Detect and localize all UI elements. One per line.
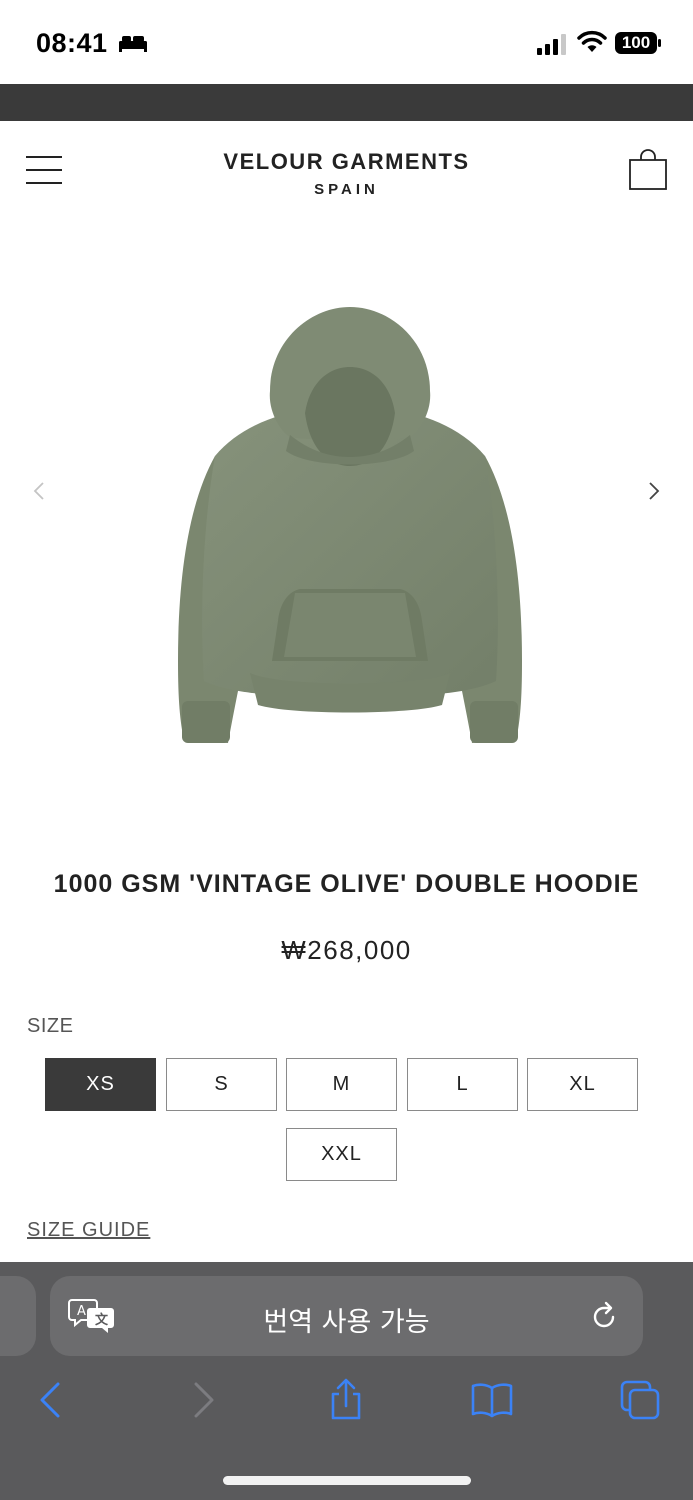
tabs-icon[interactable] — [618, 1378, 662, 1422]
sleep-focus-icon — [119, 36, 147, 52]
wifi-icon — [577, 30, 607, 52]
brand-name: VELOUR GARMENTS — [223, 149, 470, 174]
reload-icon[interactable] — [588, 1300, 620, 1332]
site-header: VELOUR GARMENTS SPAIN — [0, 121, 693, 221]
cellular-signal-icon — [537, 34, 566, 55]
size-guide-link[interactable]: SIZE GUIDE — [27, 1219, 150, 1242]
share-icon[interactable] — [324, 1378, 368, 1422]
product-title: 1000 GSM 'VINTAGE OLIVE' DOUBLE HOODIE — [53, 870, 640, 898]
announcement-bar — [0, 84, 693, 121]
status-bar: 08:41 100 — [0, 0, 693, 84]
olive-hoodie-image — [178, 307, 522, 743]
size-option-xs[interactable]: XS — [45, 1058, 156, 1111]
size-option-s[interactable]: S — [166, 1058, 277, 1111]
home-indicator[interactable] — [223, 1476, 471, 1485]
product-gallery — [0, 221, 693, 821]
shopping-bag-icon[interactable] — [628, 149, 668, 191]
previous-tab-preview[interactable] — [0, 1276, 36, 1356]
size-label: SIZE — [27, 1015, 74, 1037]
product-price: ₩268,000 — [281, 935, 412, 965]
address-bar[interactable]: A 文 번역 사용 가능 — [50, 1276, 643, 1356]
size-option-xl[interactable]: XL — [527, 1058, 638, 1111]
bookmarks-icon[interactable] — [470, 1378, 514, 1422]
battery-level: 100 — [621, 33, 651, 52]
chevron-right-icon[interactable] — [643, 479, 665, 503]
back-icon[interactable] — [30, 1378, 74, 1422]
address-bar-text: 번역 사용 가능 — [263, 1307, 430, 1338]
forward-icon[interactable] — [180, 1378, 224, 1422]
brand-subtitle: SPAIN — [314, 181, 379, 198]
browser-toolbar: A 文 번역 사용 가능 — [0, 1262, 693, 1500]
size-option-xxl[interactable]: XXL — [286, 1128, 397, 1181]
brand-logo[interactable]: VELOUR GARMENTS SPAIN — [0, 149, 693, 198]
size-option-l[interactable]: L — [407, 1058, 518, 1111]
status-time: 08:41 — [36, 28, 108, 58]
battery-icon: 100 — [614, 31, 662, 55]
chevron-left-icon[interactable] — [28, 479, 50, 503]
size-option-m[interactable]: M — [286, 1058, 397, 1111]
